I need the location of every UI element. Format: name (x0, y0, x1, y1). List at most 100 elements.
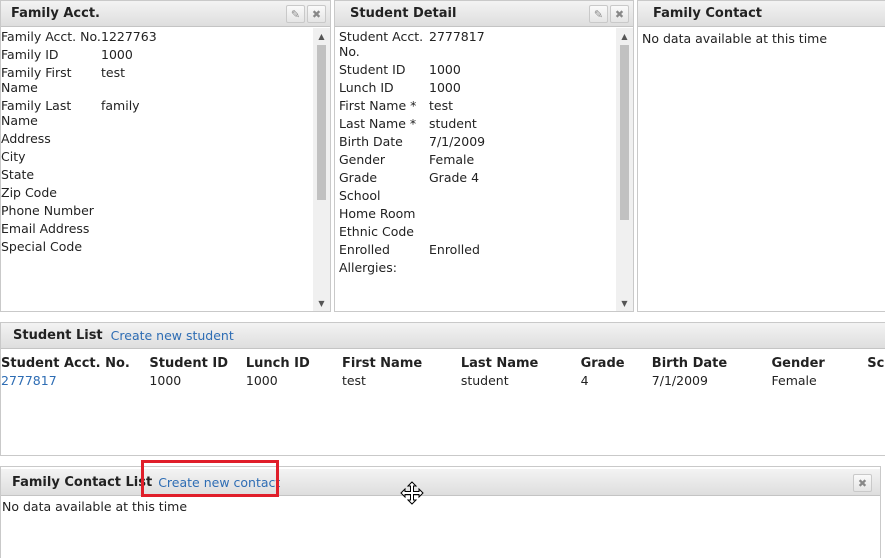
field-row: Grade Grade 4 (339, 169, 616, 187)
field-value (101, 184, 313, 202)
create-new-student-link[interactable]: Create new student (111, 328, 234, 343)
field-value (429, 223, 616, 241)
close-button[interactable]: ✖ (307, 5, 326, 23)
scroll-down-icon[interactable]: ▼ (313, 295, 330, 311)
column-header[interactable]: Student ID (149, 355, 245, 373)
scroll-thumb[interactable] (620, 45, 629, 220)
field-label: State (1, 167, 35, 182)
scroll-up-icon[interactable]: ▲ (313, 28, 330, 44)
pencil-icon: ✎ (290, 7, 301, 21)
field-label: Special Code (1, 239, 83, 254)
student-list-panel: Student List Create new student Student … (0, 322, 885, 456)
field-label: Family ID (1, 47, 59, 62)
field-row: Zip Code (1, 184, 313, 202)
field-row: Family First Name test (1, 64, 313, 97)
field-row: City (1, 148, 313, 166)
student-detail-title: Student Detail (350, 6, 457, 21)
field-row: Student ID 1000 (339, 61, 616, 79)
field-row: School (339, 187, 616, 205)
column-header[interactable]: Last Name (461, 355, 581, 373)
table-row[interactable]: 2777817 1000 1000 test student 4 7/1/200… (1, 373, 885, 389)
field-value: Female (429, 152, 475, 167)
column-header[interactable]: Student Acct. No. (1, 355, 149, 373)
field-row: Lunch ID 1000 (339, 79, 616, 97)
student-detail-scrollbar[interactable]: ▲ ▼ (616, 28, 633, 311)
column-header[interactable]: First Name (342, 355, 461, 373)
field-value (101, 238, 313, 256)
family-acct-panel: Family Acct. ✎ ✖ Family Acct. No. 1227763… (0, 0, 331, 312)
field-value (429, 205, 616, 223)
field-label: Birth Date (339, 134, 403, 149)
field-value: student (429, 116, 477, 131)
field-row: Last Name * student (339, 115, 616, 133)
family-contact-list-header: Family Contact List Create new contact ✖ (1, 469, 880, 496)
student-acct-link[interactable]: 2777817 (1, 373, 149, 389)
field-value: 1000 (429, 62, 461, 77)
column-header[interactable]: Lunch ID (246, 355, 342, 373)
close-icon: ✖ (614, 7, 625, 21)
close-button[interactable]: ✖ (610, 5, 629, 23)
field-label: Allergies: (339, 260, 397, 275)
field-row: Family Acct. No. 1227763 (1, 28, 313, 46)
edit-button[interactable]: ✎ (589, 5, 608, 23)
table-cell: 1000 (149, 373, 182, 388)
empty-message: No data available at this time (2, 499, 188, 514)
table-cell: 7/1/2009 (651, 373, 708, 388)
column-header[interactable]: Grade (581, 355, 652, 373)
move-cursor-icon (400, 481, 424, 505)
column-header[interactable]: Birth Date (652, 355, 772, 373)
field-value: test (429, 98, 454, 113)
table-cell (867, 373, 885, 389)
scroll-up-icon[interactable]: ▲ (616, 28, 633, 44)
family-contact-title: Family Contact (653, 6, 762, 21)
field-label: Family First Name (1, 65, 72, 95)
field-row: Birth Date 7/1/2009 (339, 133, 616, 151)
field-value: 1000 (101, 47, 133, 62)
student-list-title: Student List (13, 328, 103, 343)
field-row: Special Code (1, 238, 313, 256)
field-label: Address (1, 131, 51, 146)
field-value: test (101, 65, 126, 80)
field-label: Student Acct. No. (339, 29, 424, 59)
family-acct-scrollbar[interactable]: ▲ ▼ (313, 28, 330, 311)
table-cell: 1000 (245, 373, 278, 388)
scroll-down-icon[interactable]: ▼ (616, 295, 633, 311)
field-label: Gender (339, 152, 386, 167)
field-value (101, 220, 313, 238)
field-value: Grade 4 (429, 170, 480, 185)
field-value: family (101, 98, 140, 113)
table-cell: 4 (580, 373, 589, 388)
column-header[interactable]: Gender (772, 355, 868, 373)
column-header[interactable]: Sc (867, 355, 885, 373)
family-contact-list-panel: Family Contact List Create new contact ✖… (0, 466, 881, 558)
field-label: School (339, 188, 381, 203)
field-label: Family Acct. No. (1, 29, 101, 44)
family-contact-body: No data available at this time (638, 28, 885, 311)
field-row: Family Last Name family (1, 97, 313, 130)
field-row: Allergies: (339, 259, 616, 277)
edit-button[interactable]: ✎ (286, 5, 305, 23)
create-new-contact-link[interactable]: Create new contact (158, 475, 280, 490)
scroll-thumb[interactable] (317, 45, 326, 200)
family-acct-body: Family Acct. No. 1227763 Family ID 1000 Fa… (1, 28, 313, 311)
field-label: Last Name * (339, 116, 417, 131)
field-row: Family ID 1000 (1, 46, 313, 64)
student-list-table: Student Acct. No. Student ID Lunch ID Fi… (1, 355, 885, 389)
field-row: Enrolled Enrolled (339, 241, 616, 259)
family-contact-panel: Family Contact No data available at this… (637, 0, 885, 312)
student-detail-fields: Student Acct. No. 2777817 Student ID 1000 … (339, 28, 616, 277)
field-value: Enrolled (429, 242, 480, 257)
field-label: Student ID (339, 62, 406, 77)
close-button[interactable]: ✖ (853, 474, 872, 492)
pencil-icon: ✎ (593, 7, 604, 21)
field-label: Phone Number (1, 203, 94, 218)
field-row: State (1, 166, 313, 184)
field-row: Ethnic Code (339, 223, 616, 241)
field-row: Email Address (1, 220, 313, 238)
field-value: 1227763 (101, 29, 157, 44)
field-row: Phone Number (1, 202, 313, 220)
field-value (101, 202, 313, 220)
field-label: Grade (339, 170, 378, 185)
field-label: Ethnic Code (339, 224, 414, 239)
field-label: Lunch ID (339, 80, 394, 95)
